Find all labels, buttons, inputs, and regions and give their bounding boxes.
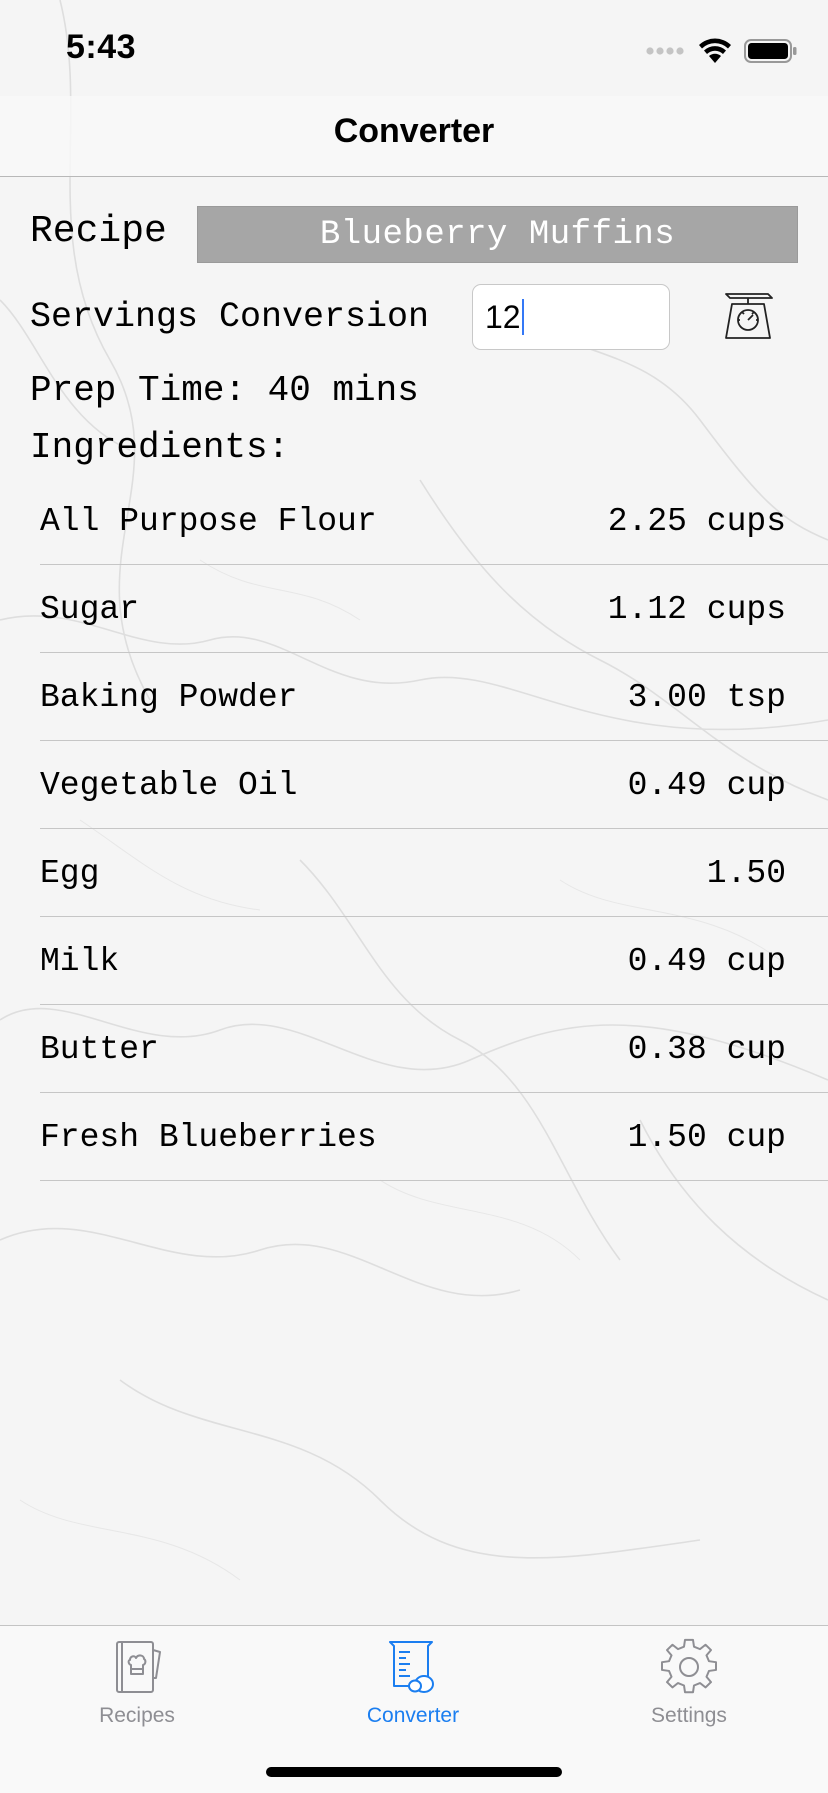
- ingredient-row[interactable]: All Purpose Flour 2.25 cups: [40, 477, 828, 565]
- ingredient-name: Sugar: [40, 591, 140, 628]
- wifi-icon: [699, 38, 731, 63]
- ingredient-quantity: 3.00 tsp: [627, 679, 786, 716]
- recipe-label: Recipe: [30, 210, 167, 253]
- tab-converter[interactable]: Converter: [323, 1638, 503, 1728]
- gear-icon: [661, 1638, 717, 1694]
- ingredient-row[interactable]: Baking Powder 3.00 tsp: [40, 653, 828, 741]
- text-cursor: [521, 299, 524, 335]
- kitchen-scale-icon[interactable]: [720, 288, 776, 344]
- page-title: Converter: [333, 112, 495, 150]
- tab-label: Recipes: [99, 1704, 175, 1727]
- ingredient-list: All Purpose Flour 2.25 cups Sugar 1.12 c…: [40, 477, 828, 1181]
- recipe-book-icon: [116, 1641, 161, 1693]
- servings-conversion-label: Servings Conversion: [30, 297, 430, 337]
- navigation-bar: Converter: [0, 96, 828, 177]
- ingredient-quantity: 1.50 cup: [627, 1119, 786, 1156]
- ingredient-name: All Purpose Flour: [40, 503, 377, 540]
- status-icons: [646, 36, 798, 66]
- tab-recipes[interactable]: Recipes: [47, 1638, 227, 1728]
- ingredient-quantity: 2.25 cups: [607, 503, 786, 540]
- ingredient-quantity: 1.50: [706, 855, 786, 892]
- ingredient-name: Vegetable Oil: [40, 767, 298, 804]
- ingredient-row[interactable]: Milk 0.49 cup: [40, 917, 828, 1005]
- ingredient-quantity: 1.12 cups: [607, 591, 786, 628]
- cellular-signal-icon: [646, 47, 684, 55]
- ingredient-name: Fresh Blueberries: [40, 1119, 377, 1156]
- battery-icon: [744, 39, 797, 63]
- ingredient-name: Egg: [40, 855, 100, 892]
- ingredient-row[interactable]: Butter 0.38 cup: [40, 1005, 828, 1093]
- ingredient-name: Butter: [40, 1031, 159, 1068]
- measuring-cup-icon: [389, 1641, 434, 1693]
- ingredient-row[interactable]: Vegetable Oil 0.49 cup: [40, 741, 828, 829]
- tab-label: Settings: [651, 1704, 727, 1727]
- status-time: 5:43: [66, 28, 137, 66]
- ingredient-quantity: 0.38 cup: [627, 1031, 786, 1068]
- ingredient-row[interactable]: Egg 1.50: [40, 829, 828, 917]
- home-indicator: [266, 1767, 562, 1777]
- ingredient-row[interactable]: Sugar 1.12 cups: [40, 565, 828, 653]
- status-bar: 5:43: [0, 0, 828, 96]
- ingredient-name: Baking Powder: [40, 679, 298, 716]
- servings-input[interactable]: 12: [472, 284, 670, 350]
- recipe-selector[interactable]: Blueberry Muffins: [197, 206, 798, 263]
- ingredient-quantity: 0.49 cup: [627, 943, 786, 980]
- ingredients-heading: Ingredients:: [30, 427, 290, 468]
- servings-input-value: 12: [485, 298, 521, 335]
- ingredient-quantity: 0.49 cup: [627, 767, 786, 804]
- ingredient-row[interactable]: Fresh Blueberries 1.50 cup: [40, 1093, 828, 1181]
- tab-settings[interactable]: Settings: [599, 1638, 779, 1728]
- ingredient-name: Milk: [40, 943, 120, 980]
- prep-time: Prep Time: 40 mins: [30, 370, 419, 411]
- tab-label: Converter: [366, 1704, 460, 1727]
